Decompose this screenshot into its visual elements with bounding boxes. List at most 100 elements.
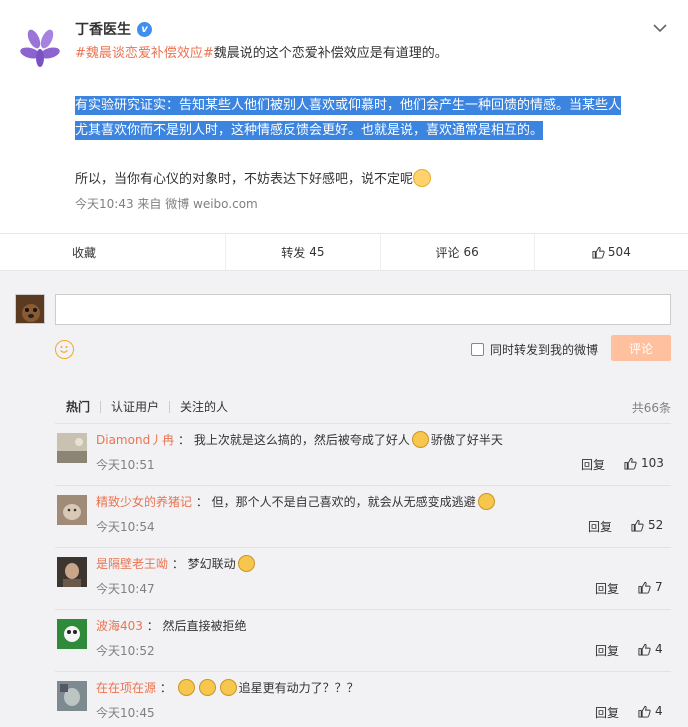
tab-hot[interactable]: 热门 — [55, 401, 100, 413]
comment-time: 今天10:54 — [96, 520, 155, 534]
commenter-avatar[interactable] — [57, 433, 87, 463]
tab-following[interactable]: 关注的人 — [169, 401, 238, 413]
chevron-down-icon[interactable] — [652, 20, 668, 36]
thinking-emoji-icon — [477, 493, 495, 510]
commenter-name[interactable]: 在在项在源 — [96, 681, 156, 695]
forward-label: 同时转发到我的微博 — [490, 343, 599, 357]
comment-body: 梦幻联动 — [187, 557, 236, 571]
comment-like-button[interactable]: 7 — [638, 580, 663, 594]
comment-item: Diamond丿冉 ： 我上次就是这么搞的，然后被夸成了好人 骄傲了好半天 今天1… — [55, 424, 671, 486]
my-avatar[interactable] — [15, 294, 45, 324]
thumbs-up-icon — [638, 581, 651, 594]
comment-like-button[interactable]: 52 — [631, 518, 663, 532]
repost-label: 转发 — [281, 245, 306, 260]
hashtag-link[interactable]: #魏晨谈恋爱补偿效应# — [75, 46, 214, 61]
comment-like-button[interactable]: 103 — [624, 456, 664, 470]
doge-emoji-icon — [237, 555, 255, 572]
action-bar: 收藏 转发 45 评论 66 504 — [0, 233, 688, 271]
commenter-name[interactable]: 波海403 — [96, 619, 143, 633]
doge-emoji-icon — [198, 679, 216, 696]
post-line-1: #魏晨谈恋爱补偿效应#魏晨说的这个恋爱补偿效应是有道理的。 — [75, 44, 665, 64]
author-name[interactable]: 丁香医生 — [75, 19, 131, 39]
favorite-button[interactable]: 收藏 — [0, 234, 227, 270]
comment-body: 然后直接被拒绝 — [162, 619, 247, 633]
post-body: #魏晨谈恋爱补偿效应#魏晨说的这个恋爱补偿效应是有道理的。 有实验研究证实：告知… — [75, 44, 665, 190]
commenter-avatar[interactable] — [57, 681, 87, 711]
comment-time: 今天10:51 — [96, 458, 155, 472]
reply-button[interactable]: 回复 — [581, 456, 605, 473]
comment-count: 66 — [463, 245, 479, 259]
weibo-post-card: 丁香医生 v #魏晨谈恋爱补偿效应#魏晨说的这个恋爱补偿效应是有道理的。 有实验… — [0, 0, 688, 727]
commenter-avatar[interactable] — [57, 495, 87, 525]
lilac-logo-icon — [20, 29, 60, 67]
comment-like-button[interactable]: 4 — [638, 704, 663, 718]
forward-option[interactable]: 同时转发到我的微博 — [471, 341, 598, 358]
comment-like-count: 103 — [641, 456, 664, 470]
repost-count: 45 — [309, 245, 325, 259]
submit-comment-button[interactable]: 评论 — [611, 335, 671, 361]
comment-text: 在在项在源 ： 追星更有动力了？？？ — [96, 679, 359, 696]
comment-item: 是隔壁老王呦 ： 梦幻联动 今天10:47 回复 7 — [55, 548, 671, 610]
comment-body: 但，那个人不是自己喜欢的，就会从无感变成逃避 — [211, 495, 476, 509]
selected-text-2: 尤其喜欢你而不是别人时，这种情感反馈会更好。也就是说，喜欢通常是相互的。 — [75, 121, 544, 140]
commenter-avatar[interactable] — [57, 557, 87, 587]
post-text-3: 所以，当你有心仪的对象时，不妨表达下好感吧，说不定呢 — [75, 172, 414, 187]
reply-button[interactable]: 回复 — [595, 580, 619, 597]
comment-like-count: 4 — [655, 642, 663, 656]
selected-text-1: 有实验研究证实：告知某些人他们被别人喜欢或仰慕时，他们会产生一种回馈的情感。当某… — [75, 96, 622, 115]
comment-text: Diamond丿冉 ： 我上次就是这么搞的，然后被夸成了好人 骄傲了好半天 — [96, 431, 503, 448]
post-meta: 今天10:43 来自 微博 weibo.com — [75, 197, 258, 211]
thumbs-up-icon — [624, 457, 637, 470]
comment-label: 评论 — [435, 245, 460, 260]
doge-emoji-icon — [411, 431, 429, 448]
comment-input[interactable] — [55, 294, 671, 325]
comment-text: 是隔壁老王呦 ： 梦幻联动 — [96, 555, 257, 573]
repost-button[interactable]: 转发 45 — [226, 234, 381, 270]
favorite-label: 收藏 — [72, 245, 97, 260]
author-row: 丁香医生 v — [75, 20, 152, 38]
tab-verified-users[interactable]: 认证用户 — [100, 401, 169, 413]
comment-text: 波海403 ： 然后直接被拒绝 — [96, 619, 247, 633]
comment-body-tail: 骄傲了好半天 — [430, 433, 503, 447]
comment-item: 波海403 ： 然后直接被拒绝 今天10:52 回复 4 — [55, 610, 671, 672]
comment-text: 精致少女的养猪记 ： 但，那个人不是自己喜欢的，就会从无感变成逃避 — [96, 493, 497, 511]
comment-like-count: 7 — [655, 580, 663, 594]
highlighted-paragraph: 有实验研究证实：告知某些人他们被别人喜欢或仰慕时，他们会产生一种回馈的情感。当某… — [75, 93, 665, 143]
commenter-name[interactable]: 是隔壁老王呦 — [96, 557, 168, 571]
comment-total: 共66条 — [631, 400, 671, 415]
comment-body: 追星更有动力了？？？ — [238, 681, 359, 695]
thumbs-up-icon — [638, 705, 651, 718]
commenter-name[interactable]: Diamond丿冉 — [96, 433, 174, 447]
reply-button[interactable]: 回复 — [595, 642, 619, 659]
thumbs-up-icon — [592, 246, 605, 259]
comment-time: 今天10:47 — [96, 582, 155, 596]
doge-emoji-icon — [177, 679, 195, 696]
comment-like-count: 52 — [648, 518, 664, 532]
emoji-picker-icon[interactable] — [55, 340, 74, 359]
comment-item: 精致少女的养猪记 ： 但，那个人不是自己喜欢的，就会从无感变成逃避 今天10:5… — [55, 486, 671, 548]
post-text-1: 魏晨说的这个恋爱补偿效应是有道理的。 — [213, 46, 448, 61]
comment-section: 同时转发到我的微博 评论 热门 认证用户 关注的人 共66条 Diamond丿冉… — [0, 271, 688, 727]
commenter-avatar[interactable] — [57, 619, 87, 649]
comment-button[interactable]: 评论 66 — [381, 234, 535, 270]
forward-checkbox[interactable] — [471, 343, 484, 356]
author-avatar[interactable] — [20, 28, 60, 68]
like-count: 504 — [607, 245, 631, 259]
like-button[interactable]: 504 — [535, 234, 688, 270]
doge-emoji-icon — [219, 679, 237, 696]
comment-time: 今天10:52 — [96, 644, 155, 658]
comment-like-count: 4 — [655, 704, 663, 718]
comment-like-button[interactable]: 4 — [638, 642, 663, 656]
post-line-3: 所以，当你有心仪的对象时，不妨表达下好感吧，说不定呢 — [75, 169, 665, 190]
comment-body: 我上次就是这么搞的，然后被夸成了好人 — [193, 433, 410, 447]
reply-button[interactable]: 回复 — [595, 704, 619, 721]
thumbs-up-icon — [638, 643, 651, 656]
commenter-name[interactable]: 精致少女的养猪记 — [96, 495, 192, 509]
comment-tabs: 热门 认证用户 关注的人 共66条 — [55, 397, 671, 417]
smile-emoji-icon — [413, 169, 432, 187]
reply-button[interactable]: 回复 — [588, 518, 612, 535]
comment-item: 在在项在源 ： 追星更有动力了？？？ 今天10:45 回复 4 — [55, 672, 671, 727]
verified-badge-icon: v — [137, 21, 152, 37]
comment-time: 今天10:45 — [96, 706, 155, 720]
thumbs-up-icon — [631, 519, 644, 532]
